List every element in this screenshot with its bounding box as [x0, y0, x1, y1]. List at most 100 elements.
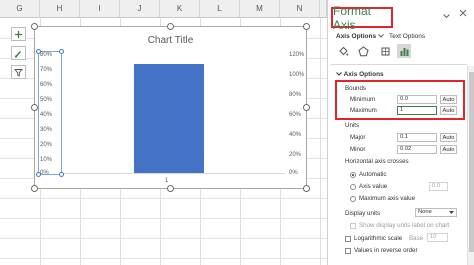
axis-handle[interactable] — [36, 49, 41, 54]
chevron-down-icon — [443, 14, 450, 19]
plus-icon — [15, 30, 22, 38]
resize-handle[interactable] — [303, 185, 310, 192]
effects-tab[interactable] — [356, 44, 370, 58]
resize-handle[interactable] — [31, 185, 38, 192]
chart-styles-button[interactable] — [11, 46, 26, 60]
tab-label: Axis Options — [336, 33, 377, 40]
scroll-thumb[interactable] — [469, 72, 474, 252]
pane-scrollbar[interactable] — [467, 66, 474, 265]
chart-title[interactable]: Chart Title — [35, 35, 306, 46]
pane-title: Format Axis — [331, 4, 393, 32]
chevron-down-icon — [378, 34, 384, 38]
chart-filters-button[interactable] — [11, 65, 26, 79]
display-units-value: None — [418, 209, 432, 215]
close-pane-button[interactable] — [459, 9, 467, 19]
log-base-input[interactable]: 10 — [427, 233, 448, 242]
column-header[interactable]: L — [200, 0, 240, 18]
axis-handle[interactable] — [59, 172, 64, 177]
resize-handle[interactable] — [167, 23, 174, 30]
resize-handle[interactable] — [31, 23, 38, 30]
units-heading: Units — [345, 122, 360, 129]
size-properties-tab[interactable] — [378, 44, 392, 58]
maximum-axis-value-radio[interactable] — [350, 196, 356, 202]
column-header[interactable]: H — [40, 0, 80, 18]
tab-label: Text Options — [389, 33, 426, 40]
pane-options-dropdown[interactable] — [443, 12, 450, 21]
worksheet[interactable]: G H I J K L M N O Chart Title 80% 70% 60… — [0, 0, 327, 265]
reverse-order-checkbox[interactable] — [345, 248, 351, 254]
minimum-label: Minimum — [350, 96, 376, 103]
gridline — [0, 238, 327, 239]
column-header[interactable]: J — [120, 0, 160, 18]
left-tick-label: 0% — [40, 170, 49, 176]
axis-handle[interactable] — [59, 49, 64, 54]
crosses-heading: Horizontal axis crosses — [345, 158, 409, 165]
gridline — [0, 198, 327, 199]
log-base-label: Base — [409, 235, 424, 242]
axis-handle[interactable] — [36, 172, 41, 177]
minor-auto-button[interactable]: Auto — [440, 145, 457, 154]
resize-handle[interactable] — [303, 23, 310, 30]
gridline — [0, 218, 327, 219]
add-chart-element-button[interactable] — [11, 27, 26, 41]
axis-options-section-header[interactable]: Axis Options — [336, 71, 384, 78]
column-header[interactable]: M — [240, 0, 280, 18]
column-letter: K — [176, 4, 183, 13]
paint-bucket-icon — [338, 46, 348, 55]
right-tick-label: 80% — [289, 92, 302, 98]
format-axis-pane[interactable]: Format Axis Axis Options Text Options Ax… — [327, 0, 474, 265]
tab-axis-options[interactable]: Axis Options — [336, 33, 384, 40]
minimum-input[interactable]: 0.0 — [397, 95, 437, 104]
minor-label: Minor — [350, 146, 366, 153]
tab-text-options[interactable]: Text Options — [389, 33, 425, 40]
show-units-label-checkbox[interactable] — [350, 223, 356, 229]
column-header[interactable]: N — [280, 0, 320, 18]
gridline — [320, 18, 321, 265]
minor-input[interactable]: 0.02 — [397, 145, 437, 154]
column-header[interactable]: I — [80, 0, 120, 18]
automatic-radio[interactable] — [350, 172, 356, 178]
column-letter: L — [217, 4, 222, 13]
column-header[interactable]: O — [320, 0, 327, 18]
resize-handle[interactable] — [303, 104, 310, 111]
resize-handle[interactable] — [31, 104, 38, 111]
maximum-auto-button[interactable]: Auto — [440, 106, 457, 115]
fill-line-tab[interactable] — [336, 44, 350, 58]
column-letter: M — [256, 4, 263, 13]
column-header[interactable]: G — [0, 0, 40, 18]
left-tick-label: 60% — [40, 82, 53, 88]
log-scale-checkbox[interactable] — [345, 236, 351, 242]
brush-icon — [14, 50, 22, 58]
size-icon — [381, 47, 389, 55]
category-label: 1 — [165, 178, 169, 184]
column-letter: J — [137, 4, 142, 13]
axis-value-radio[interactable] — [350, 184, 356, 190]
chart-area[interactable]: Chart Title 80% 70% 60% 50% 40% 30% 20% … — [31, 23, 310, 192]
display-units-label: Display units — [345, 210, 381, 217]
major-auto-button[interactable]: Auto — [440, 133, 457, 142]
bounds-heading: Bounds — [345, 85, 366, 92]
left-tick-label: 70% — [40, 67, 53, 73]
axis-options-tab[interactable] — [397, 44, 411, 58]
bar-series-primary[interactable] — [134, 64, 204, 173]
minimum-auto-button[interactable]: Auto — [440, 95, 457, 104]
major-input[interactable]: 0.1 — [397, 133, 437, 142]
column-letter: N — [296, 4, 303, 13]
reverse-order-label: Values in reverse order — [354, 247, 418, 254]
pentagon-icon — [357, 45, 369, 56]
right-tick-label: 0% — [289, 170, 298, 176]
axis-value-input[interactable]: 0.0 — [429, 182, 448, 191]
left-tick-label: 20% — [40, 142, 53, 148]
left-tick-label: 30% — [40, 127, 53, 133]
bar-chart-icon — [400, 47, 408, 56]
column-header[interactable]: K — [160, 0, 200, 18]
column-letter: I — [98, 4, 101, 13]
resize-handle[interactable] — [167, 185, 174, 192]
display-units-select[interactable]: None — [415, 208, 457, 217]
gridline — [0, 258, 327, 259]
maximum-input[interactable]: 1 — [397, 106, 437, 115]
show-units-label-text: Show display units label on chart — [359, 222, 450, 229]
maximum-axis-value-label: Maximum axis value — [359, 195, 416, 202]
section-label: Axis Options — [343, 71, 384, 78]
right-tick-label: 20% — [289, 152, 302, 158]
